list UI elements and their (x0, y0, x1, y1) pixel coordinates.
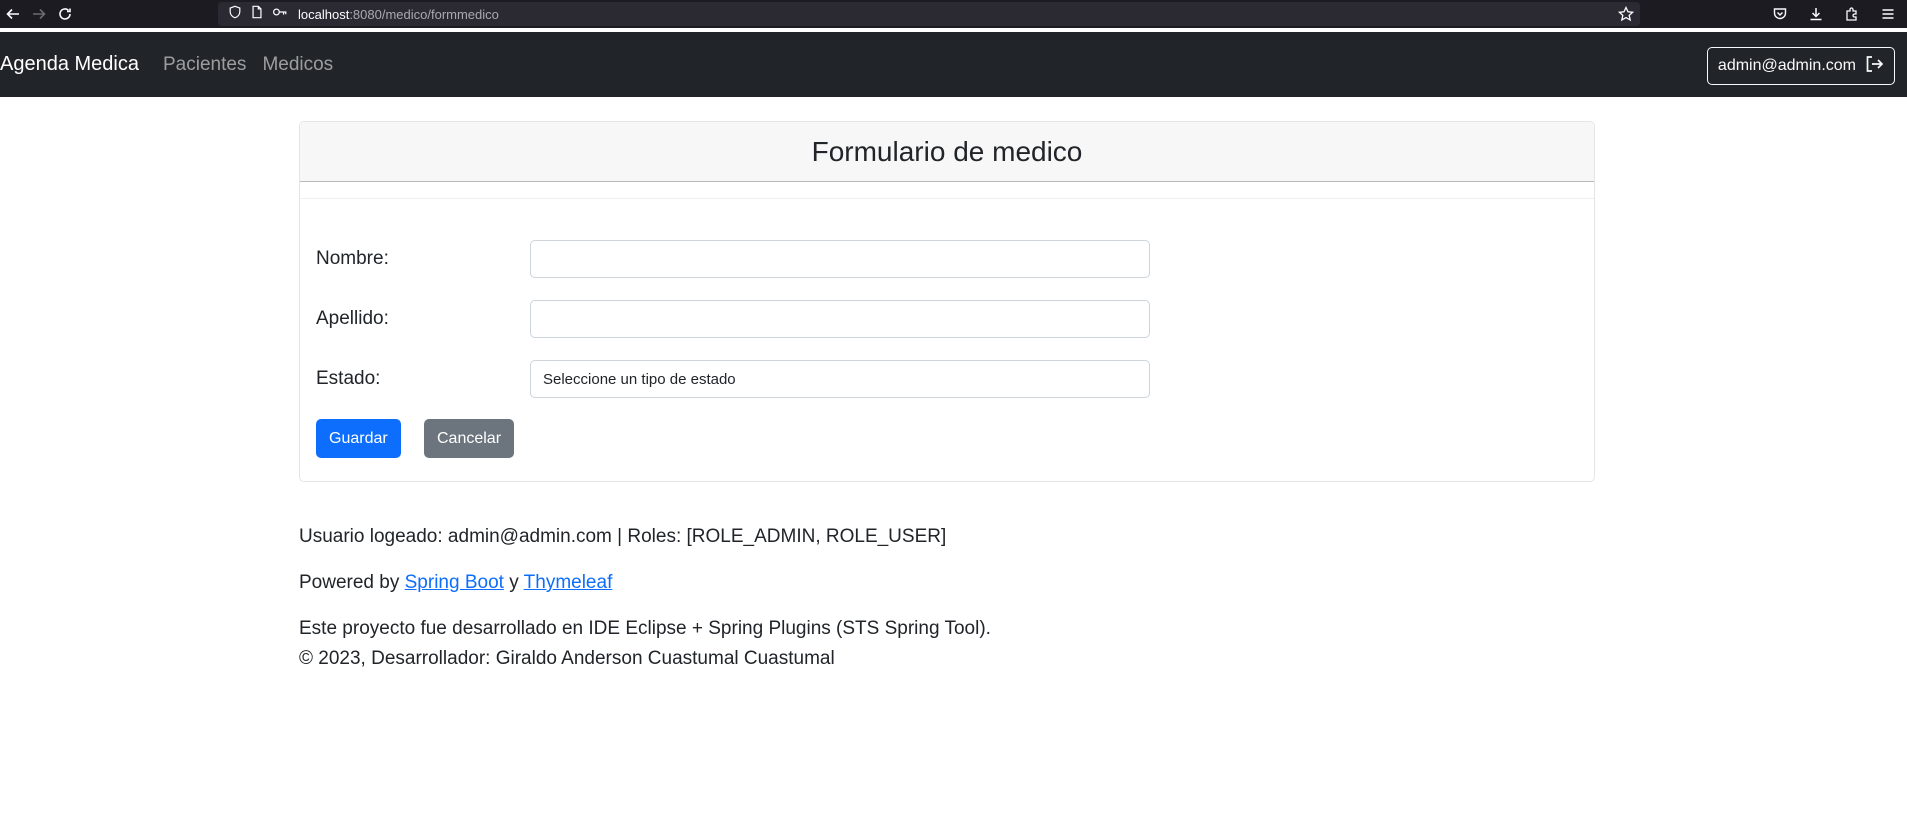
apellido-input[interactable] (530, 300, 1150, 338)
page-title: Formulario de medico (811, 135, 1083, 167)
key-icon[interactable] (272, 5, 288, 24)
page-icon[interactable] (250, 5, 264, 24)
powered-by-line: Powered by Spring Boot y Thymeleaf (299, 572, 612, 594)
copyright-text: © 2023, Desarrollador: Giraldo Anderson … (299, 648, 835, 669)
nav-link-pacientes[interactable]: Pacientes (163, 54, 246, 76)
browser-toolbar: localhost:8080/medico/formmedico (0, 0, 1907, 28)
thymeleaf-link[interactable]: Thymeleaf (524, 572, 613, 593)
estado-select[interactable]: Seleccione un tipo de estado (530, 360, 1150, 398)
extensions-icon[interactable] (1839, 0, 1865, 28)
bookmark-star-icon[interactable] (1617, 5, 1635, 27)
menu-icon[interactable] (1875, 0, 1901, 28)
forward-arrow-icon[interactable] (26, 0, 52, 28)
user-email-label: admin@admin.com (1717, 57, 1856, 74)
nombre-input[interactable] (530, 240, 1150, 278)
save-button[interactable]: Guardar (316, 419, 401, 458)
download-icon[interactable] (1803, 0, 1829, 28)
user-logout-button[interactable]: admin@admin.com (1706, 47, 1895, 85)
estado-label: Estado: (316, 368, 381, 389)
card-header: Formulario de medico (300, 122, 1594, 182)
pocket-icon[interactable] (1767, 0, 1793, 28)
address-bar[interactable]: localhost:8080/medico/formmedico (218, 2, 1640, 26)
form-row-nombre: Nombre: (316, 240, 1150, 278)
form-row-estado: Estado: Seleccione un tipo de estado (316, 360, 1150, 398)
apellido-label: Apellido: (316, 308, 389, 329)
back-arrow-icon[interactable] (0, 0, 26, 28)
nav-link-medicos[interactable]: Medicos (262, 54, 333, 76)
logged-user-info: Usuario logeado: admin@admin.com | Roles… (299, 526, 947, 547)
reload-icon[interactable] (52, 0, 78, 28)
logout-icon (1864, 54, 1884, 79)
project-description: Este proyecto fue desarrollado en IDE Ec… (299, 618, 991, 639)
card-divider (300, 198, 1594, 199)
shield-icon[interactable] (228, 5, 242, 24)
url-text: localhost:8080/medico/formmedico (298, 7, 499, 22)
url-host: localhost (298, 6, 350, 22)
medico-form-card: Formulario de medico Nombre: Apellido: E… (299, 121, 1595, 482)
cancel-button[interactable]: Cancelar (424, 419, 515, 458)
brand-logo-text[interactable]: Agenda Medica (0, 53, 163, 76)
url-path: :8080/medico/formmedico (349, 6, 499, 22)
form-row-apellido: Apellido: (316, 300, 1150, 338)
powered-by-prefix: Powered by (299, 572, 405, 593)
main-navbar: Agenda Medica Pacientes Medicos admin@ad… (0, 32, 1907, 97)
powered-by-and: y (503, 572, 524, 593)
spring-boot-link[interactable]: Spring Boot (405, 572, 504, 593)
nombre-label: Nombre: (316, 248, 389, 269)
